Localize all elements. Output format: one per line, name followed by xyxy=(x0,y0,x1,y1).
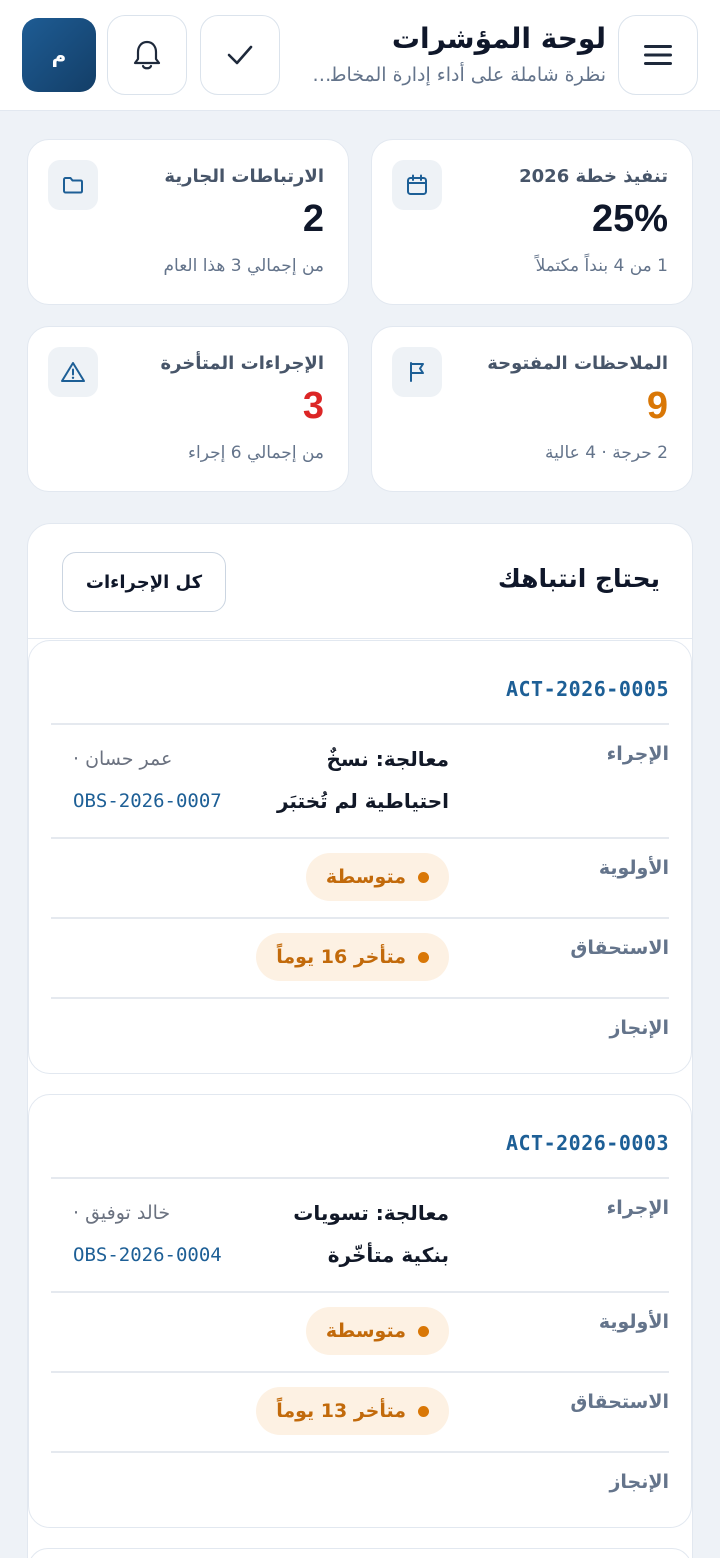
status-dot xyxy=(418,951,429,963)
action-title-line1: معالجة: نسخٌ xyxy=(326,747,449,771)
due-badge: متأخر 16 يوماً xyxy=(256,933,449,981)
status-dot xyxy=(418,1405,429,1417)
stat-subtext: 1 من 4 بنداً مكتملاً xyxy=(535,256,668,276)
avatar-initial: م xyxy=(51,43,67,67)
stat-card-observations[interactable]: الملاحظات المفتوحة 9 2 حرجة · 4 عالية xyxy=(371,326,693,492)
stat-card-plan[interactable]: تنفيذ خطة 2026 25% 1 من 4 بنداً مكتملاً xyxy=(371,139,693,305)
action-card[interactable] xyxy=(28,1548,692,1558)
warning-icon xyxy=(48,347,98,397)
calendar-icon xyxy=(392,160,442,210)
notifications-button[interactable] xyxy=(107,15,187,95)
stat-label: الملاحظات المفتوحة xyxy=(487,353,668,374)
folder-icon xyxy=(48,160,98,210)
stat-value: 2 xyxy=(302,198,324,240)
row-label-due: الاستحقاق xyxy=(570,937,669,959)
stat-label: الإجراءات المتأخرة xyxy=(160,353,324,374)
divider xyxy=(51,723,669,725)
divider xyxy=(51,997,669,999)
menu-icon xyxy=(644,45,672,65)
priority-badge: متوسطة xyxy=(305,853,449,901)
action-owner: خالد توفيق · xyxy=(73,1202,171,1224)
action-title-line2: بنكية متأخّرة xyxy=(327,1243,449,1267)
due-label: متأخر 16 يوماً xyxy=(276,946,406,968)
stat-subtext: من إجمالي 3 هذا العام xyxy=(163,256,324,276)
bell-icon xyxy=(133,40,161,70)
row-label-completion: الإنجاز xyxy=(609,1471,669,1493)
stat-value: 9 xyxy=(646,385,668,427)
due-label: متأخر 13 يوماً xyxy=(276,1400,406,1422)
action-card[interactable]: ACT-2026-0003 الإجراء معالجة: تسويات بنك… xyxy=(28,1094,692,1528)
priority-label: متوسطة xyxy=(325,866,406,888)
panel-header: يحتاج انتباهك كل الإجراءات xyxy=(28,524,692,639)
row-label-action: الإجراء xyxy=(606,743,669,765)
check-button[interactable] xyxy=(200,15,280,95)
priority-badge: متوسطة xyxy=(305,1307,449,1355)
action-card[interactable]: ACT-2026-0005 الإجراء معالجة: نسخٌ احتيا… xyxy=(28,640,692,1074)
status-dot xyxy=(418,871,429,883)
action-id[interactable]: ACT-2026-0003 xyxy=(506,1131,669,1155)
row-label-priority: الأولوية xyxy=(598,1311,669,1333)
row-label-due: الاستحقاق xyxy=(570,1391,669,1413)
divider xyxy=(51,1291,669,1293)
divider xyxy=(51,837,669,839)
divider xyxy=(51,1371,669,1373)
stat-label: الارتباطات الجارية xyxy=(164,166,324,187)
stat-subtext: من إجمالي 6 إجراء xyxy=(187,443,324,463)
divider xyxy=(51,1177,669,1179)
status-dot xyxy=(418,1325,429,1337)
stat-card-overdue[interactable]: الإجراءات المتأخرة 3 من إجمالي 6 إجراء xyxy=(27,326,349,492)
action-owner: عمر حسان · xyxy=(73,748,173,770)
menu-button[interactable] xyxy=(618,15,698,95)
header-title-block: لوحة المؤشرات نظرة شاملة على أداء إدارة … xyxy=(306,20,606,90)
top-header: لوحة المؤشرات نظرة شاملة على أداء إدارة … xyxy=(0,0,720,111)
observation-ref-link[interactable]: OBS-2026-0004 xyxy=(73,1233,222,1278)
row-label-completion: الإنجاز xyxy=(609,1017,669,1039)
page-title: لوحة المؤشرات xyxy=(391,22,606,55)
priority-label: متوسطة xyxy=(325,1320,406,1342)
divider xyxy=(51,917,669,919)
row-label-priority: الأولوية xyxy=(598,857,669,879)
stat-subtext: 2 حرجة · 4 عالية xyxy=(545,443,668,463)
stat-card-engagements[interactable]: الارتباطات الجارية 2 من إجمالي 3 هذا الع… xyxy=(27,139,349,305)
panel-title: يحتاج انتباهك xyxy=(497,564,660,593)
observation-ref-link[interactable]: OBS-2026-0007 xyxy=(73,779,222,824)
stat-label: تنفيذ خطة 2026 xyxy=(519,166,668,187)
check-icon xyxy=(227,45,253,65)
action-id[interactable]: ACT-2026-0005 xyxy=(506,677,669,701)
row-label-action: الإجراء xyxy=(606,1197,669,1219)
avatar[interactable]: م xyxy=(22,18,96,92)
page-subtitle: نظرة شاملة على أداء إدارة المخاطر والامت… xyxy=(306,64,606,86)
action-title-line2: احتياطية لم تُختبَر xyxy=(276,789,449,813)
flag-icon xyxy=(392,347,442,397)
stat-value: 3 xyxy=(302,385,324,427)
divider xyxy=(51,1451,669,1453)
all-actions-button[interactable]: كل الإجراءات xyxy=(62,552,226,612)
action-title-line1: معالجة: تسويات xyxy=(293,1201,449,1225)
due-badge: متأخر 13 يوماً xyxy=(256,1387,449,1435)
stat-value: 25% xyxy=(591,198,668,240)
